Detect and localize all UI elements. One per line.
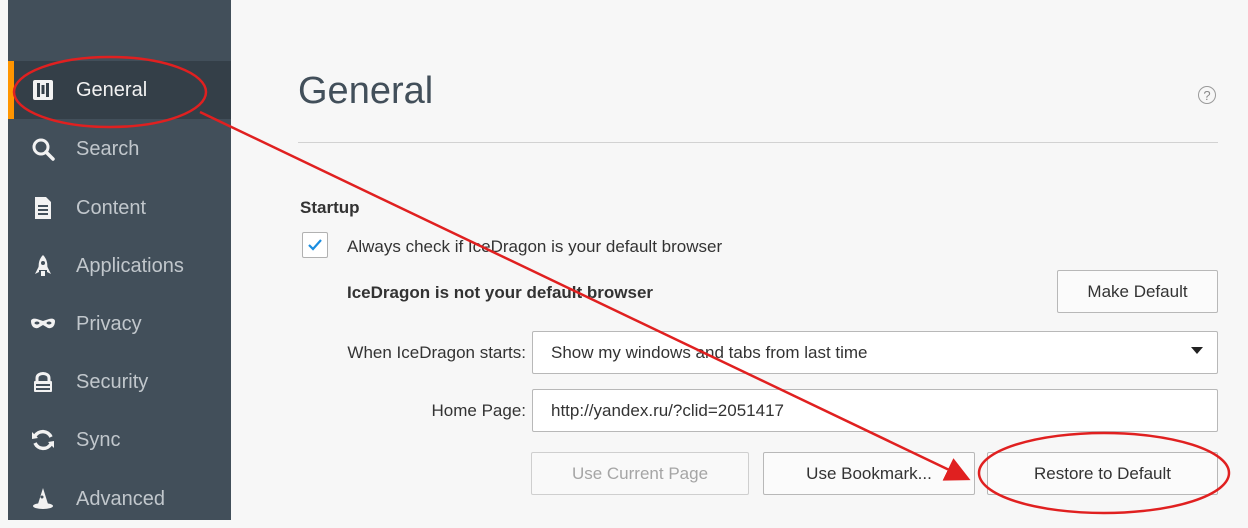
lock-icon — [30, 369, 56, 395]
sidebar-item-advanced[interactable]: Advanced — [8, 470, 231, 528]
wizard-hat-icon — [30, 486, 56, 512]
sidebar-item-label: Security — [76, 370, 149, 393]
sidebar-item-general[interactable]: General — [8, 61, 231, 119]
sidebar-item-label: Content — [76, 196, 147, 219]
sidebar-item-label: General — [76, 78, 148, 101]
general-icon — [30, 77, 56, 103]
checkmark-icon — [308, 239, 322, 251]
sidebar: General Search Content Applications Priv… — [8, 0, 231, 520]
sidebar-item-sync[interactable]: Sync — [8, 411, 231, 469]
mask-icon — [30, 311, 56, 337]
default-browser-status: IceDragon is not your default browser — [347, 283, 654, 302]
restore-default-button[interactable]: Restore to Default — [987, 452, 1218, 495]
sync-icon — [30, 427, 56, 453]
sidebar-item-privacy[interactable]: Privacy — [8, 295, 231, 353]
startup-behavior-select[interactable]: Show my windows and tabs from last time — [532, 331, 1218, 374]
sidebar-item-label: Sync — [76, 428, 121, 451]
default-browser-check-label[interactable]: Always check if IceDragon is your defaul… — [347, 237, 722, 257]
sidebar-item-label: Search — [76, 137, 140, 160]
page-title: General — [298, 70, 434, 112]
sidebar-item-search[interactable]: Search — [8, 120, 231, 178]
home-page-label: Home Page: — [431, 401, 527, 420]
startup-section-title: Startup — [300, 198, 360, 217]
use-current-page-button[interactable]: Use Current Page — [531, 452, 749, 495]
rocket-icon — [30, 253, 56, 279]
sidebar-item-label: Advanced — [76, 487, 165, 510]
home-page-value: http://yandex.ru/?clid=2051417 — [551, 400, 784, 420]
sidebar-item-label: Applications — [76, 254, 184, 277]
chevron-down-icon — [1191, 347, 1203, 354]
search-icon — [30, 136, 56, 162]
default-browser-checkbox[interactable] — [302, 232, 328, 258]
make-default-button[interactable]: Make Default — [1057, 270, 1218, 313]
sidebar-item-content[interactable]: Content — [8, 179, 231, 237]
startup-behavior-value: Show my windows and tabs from last time — [551, 342, 868, 362]
document-icon — [30, 195, 56, 221]
sidebar-item-label: Privacy — [76, 312, 142, 335]
use-bookmark-button[interactable]: Use Bookmark... — [763, 452, 975, 495]
sidebar-item-security[interactable]: Security — [8, 353, 231, 411]
home-page-input[interactable]: http://yandex.ru/?clid=2051417 — [532, 389, 1218, 432]
header-divider — [298, 142, 1218, 143]
help-icon[interactable]: ? — [1198, 86, 1216, 104]
startup-behavior-label: When IceDragon starts: — [347, 343, 526, 362]
sidebar-item-applications[interactable]: Applications — [8, 237, 231, 295]
